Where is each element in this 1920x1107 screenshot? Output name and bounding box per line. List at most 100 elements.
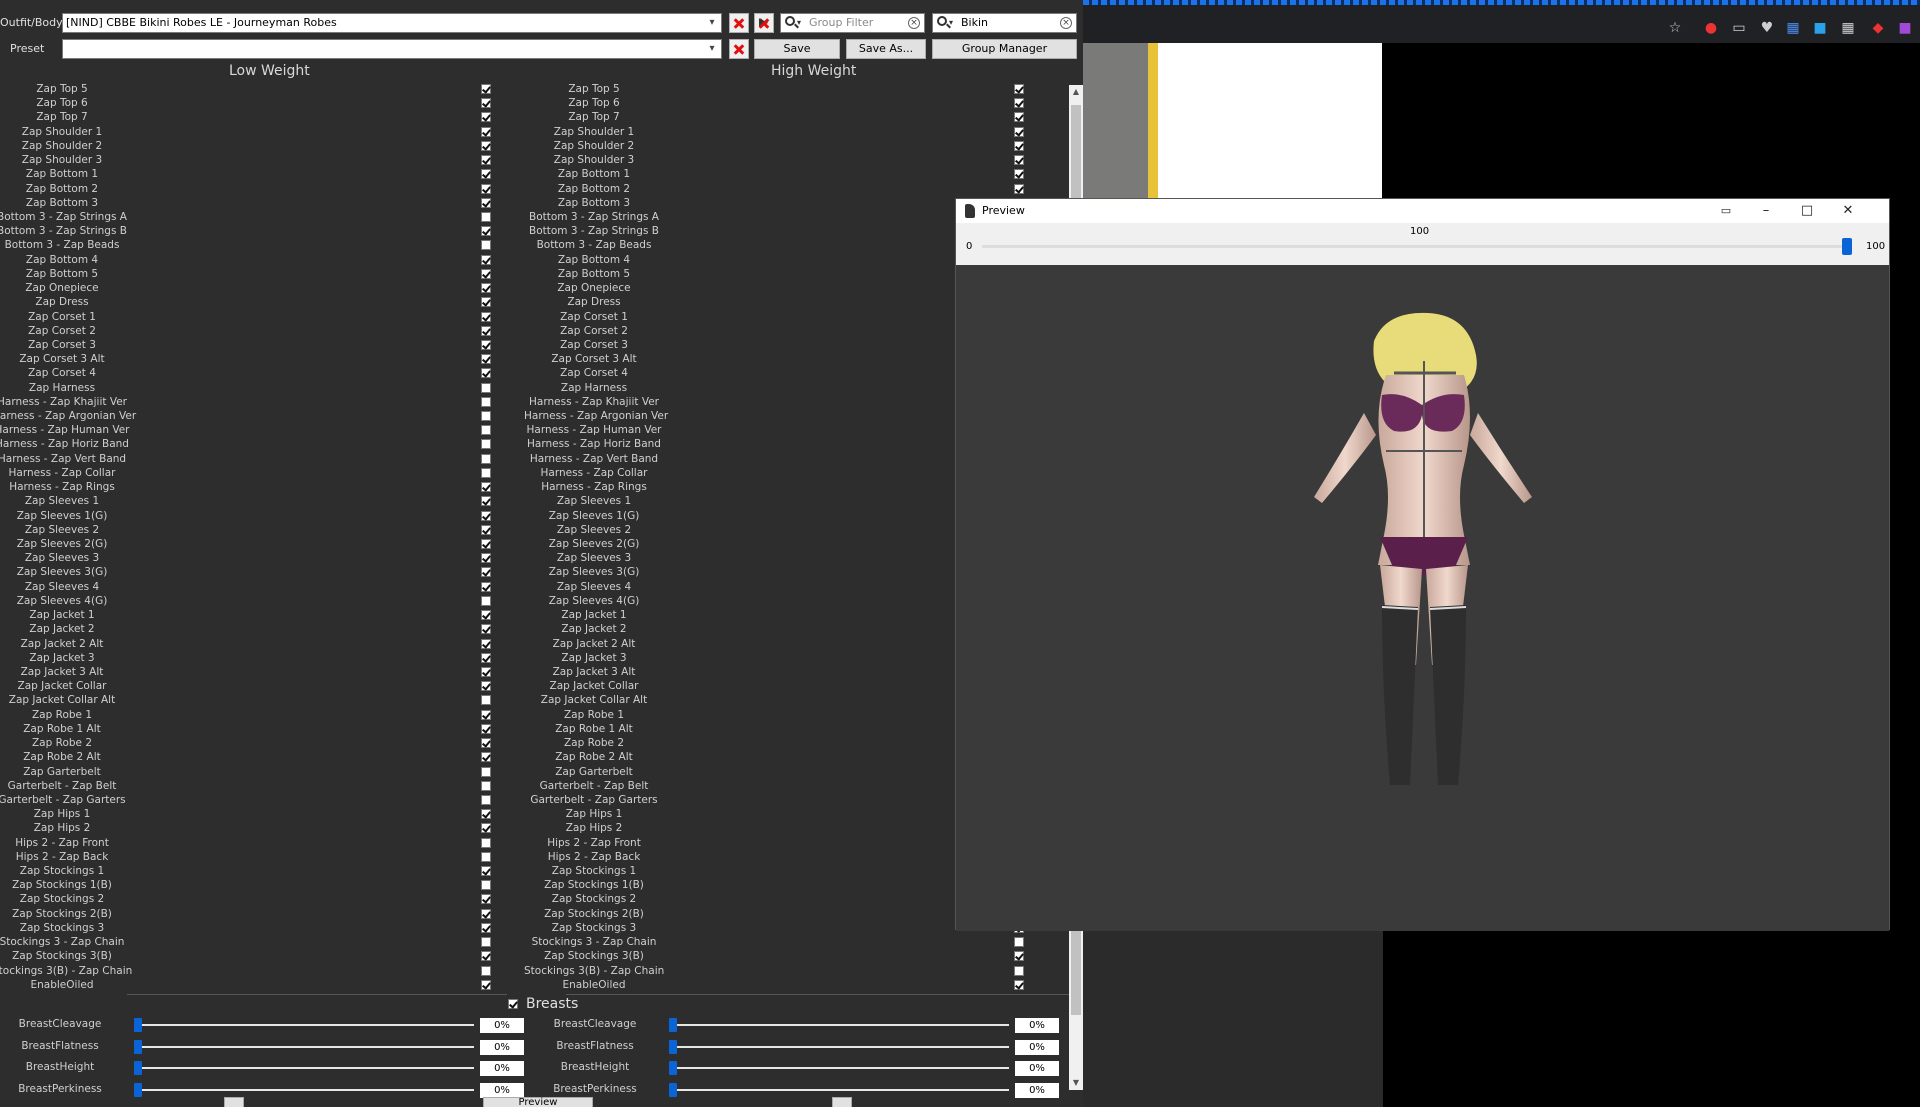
low-weight-zap-checkbox[interactable] <box>481 153 493 167</box>
low-slider-value[interactable]: 0% <box>480 1039 524 1055</box>
low-weight-zap-checkbox[interactable] <box>481 878 493 892</box>
low-slider-track[interactable] <box>138 1024 474 1026</box>
low-weight-zap-checkbox[interactable] <box>481 765 493 779</box>
low-weight-zap-checkbox[interactable] <box>481 509 493 523</box>
low-weight-zap-checkbox[interactable] <box>481 423 493 437</box>
low-weight-zap-checkbox[interactable] <box>481 637 493 651</box>
edit-outfit-button[interactable]: ▶ <box>754 13 774 33</box>
low-weight-zap-checkbox[interactable] <box>481 452 493 466</box>
high-slider-value[interactable]: 0% <box>1015 1061 1059 1076</box>
low-weight-zap-checkbox[interactable] <box>481 224 493 238</box>
low-slider-thumb[interactable] <box>134 1039 142 1054</box>
low-weight-zap-checkbox[interactable] <box>481 196 493 210</box>
low-weight-zap-checkbox[interactable] <box>481 679 493 693</box>
extension-icon-ublock[interactable]: ◆ <box>1870 20 1886 36</box>
low-weight-zap-checkbox[interactable] <box>481 523 493 537</box>
scroll-up-icon[interactable]: ▲ <box>1069 85 1083 99</box>
extension-icon-mail[interactable]: ▦ <box>1785 20 1801 36</box>
low-slider-thumb[interactable] <box>134 1018 142 1032</box>
extension-icon-chat[interactable]: ▭ <box>1731 20 1747 36</box>
low-weight-zap-checkbox[interactable] <box>481 494 493 508</box>
delete-preset-button[interactable] <box>729 39 749 59</box>
clear-icon[interactable]: × <box>1060 17 1072 29</box>
low-weight-zap-checkbox[interactable] <box>481 594 493 608</box>
low-weight-zap-checkbox[interactable] <box>481 565 493 579</box>
high-slider-value[interactable]: 0% <box>1015 1018 1059 1033</box>
low-weight-zap-checkbox[interactable] <box>481 964 493 978</box>
extension-icon-grid[interactable]: ▦ <box>1840 20 1856 36</box>
low-weight-zap-checkbox[interactable] <box>481 125 493 139</box>
low-weight-zap-checkbox[interactable] <box>481 96 493 110</box>
high-slider-thumb[interactable] <box>669 1039 677 1054</box>
low-weight-zap-checkbox[interactable] <box>481 935 493 949</box>
high-weight-zap-checkbox[interactable] <box>1014 139 1026 153</box>
high-slider-value[interactable]: 0% <box>1015 1082 1059 1098</box>
low-weight-zap-checkbox[interactable] <box>481 281 493 295</box>
breasts-group-toggle[interactable]: Breasts <box>508 995 578 1013</box>
high-weight-zap-checkbox[interactable] <box>1014 153 1026 167</box>
camera-icon[interactable]: ▭ <box>1716 202 1736 220</box>
close-icon[interactable]: ✕ <box>1838 202 1858 220</box>
high-weight-zap-checkbox[interactable] <box>1014 110 1026 124</box>
group-filter-input[interactable]: ▾ Group Filter × <box>780 13 925 33</box>
low-weight-zap-checkbox[interactable] <box>481 310 493 324</box>
outfit-filter-input[interactable]: ▾ Bikin × <box>932 13 1077 33</box>
minimize-icon[interactable]: – <box>1756 202 1776 220</box>
extension-icon-onenote[interactable]: ■ <box>1897 20 1913 36</box>
low-weight-zap-checkbox[interactable] <box>481 850 493 864</box>
high-slider-track[interactable] <box>673 1024 1009 1026</box>
low-slider-track[interactable] <box>138 1067 474 1069</box>
3d-preview-viewport[interactable] <box>956 265 1889 931</box>
low-slider-value[interactable]: 0% <box>480 1061 524 1076</box>
high-slider-thumb[interactable] <box>669 1061 677 1075</box>
low-weight-zap-checkbox[interactable] <box>481 651 493 665</box>
low-weight-zap-checkbox[interactable] <box>481 267 493 281</box>
low-weight-zap-checkbox[interactable] <box>481 892 493 906</box>
preview-button[interactable]: Preview <box>483 1097 593 1107</box>
low-weight-zap-checkbox[interactable] <box>481 437 493 451</box>
low-weight-zap-checkbox[interactable] <box>481 864 493 878</box>
low-weight-zap-checkbox[interactable] <box>481 381 493 395</box>
high-weight-zap-checkbox[interactable] <box>1014 125 1026 139</box>
low-weight-zap-checkbox[interactable] <box>481 736 493 750</box>
high-weight-zap-checkbox[interactable] <box>1014 949 1026 963</box>
low-weight-zap-checkbox[interactable] <box>481 253 493 267</box>
low-slider-value[interactable]: 0% <box>480 1018 524 1033</box>
low-weight-collapse-button[interactable] <box>224 1097 244 1107</box>
low-weight-zap-checkbox[interactable] <box>481 608 493 622</box>
low-slider-thumb[interactable] <box>134 1061 142 1075</box>
clear-icon[interactable]: × <box>908 17 920 29</box>
low-weight-zap-checkbox[interactable] <box>481 352 493 366</box>
low-weight-zap-checkbox[interactable] <box>481 139 493 153</box>
high-slider-track[interactable] <box>673 1045 1009 1048</box>
low-weight-zap-checkbox[interactable] <box>481 779 493 793</box>
low-weight-zap-checkbox[interactable] <box>481 338 493 352</box>
low-weight-zap-checkbox[interactable] <box>481 722 493 736</box>
high-slider-thumb[interactable] <box>669 1018 677 1032</box>
low-weight-zap-checkbox[interactable] <box>481 395 493 409</box>
preset-combo[interactable]: ▾ <box>62 39 722 59</box>
preview-title-bar[interactable]: Preview ▭ – □ ✕ <box>956 199 1889 223</box>
low-weight-zap-checkbox[interactable] <box>481 821 493 835</box>
low-weight-zap-checkbox[interactable] <box>481 750 493 764</box>
low-slider-value[interactable]: 0% <box>480 1082 524 1098</box>
high-slider-value[interactable]: 0% <box>1015 1039 1059 1055</box>
high-slider-track[interactable] <box>673 1088 1009 1091</box>
low-weight-zap-checkbox[interactable] <box>481 921 493 935</box>
low-weight-zap-checkbox[interactable] <box>481 708 493 722</box>
low-weight-zap-checkbox[interactable] <box>481 949 493 963</box>
save-button[interactable]: Save <box>754 39 840 59</box>
low-weight-zap-checkbox[interactable] <box>481 580 493 594</box>
outfit-combo[interactable]: [NIND] CBBE Bikini Robes LE - Journeyman… <box>62 13 722 33</box>
low-weight-zap-checkbox[interactable] <box>481 82 493 96</box>
bookmark-star-icon[interactable]: ☆ <box>1667 20 1683 36</box>
low-weight-zap-checkbox[interactable] <box>481 907 493 921</box>
high-slider-track[interactable] <box>673 1067 1009 1069</box>
extension-icon-red[interactable]: ● <box>1703 20 1719 36</box>
low-weight-zap-checkbox[interactable] <box>481 466 493 480</box>
low-weight-zap-checkbox[interactable] <box>481 295 493 309</box>
extension-icon-square[interactable]: ■ <box>1812 20 1828 36</box>
maximize-icon[interactable]: □ <box>1797 202 1817 220</box>
high-weight-zap-checkbox[interactable] <box>1014 167 1026 181</box>
group-manager-button[interactable]: Group Manager <box>932 39 1077 59</box>
